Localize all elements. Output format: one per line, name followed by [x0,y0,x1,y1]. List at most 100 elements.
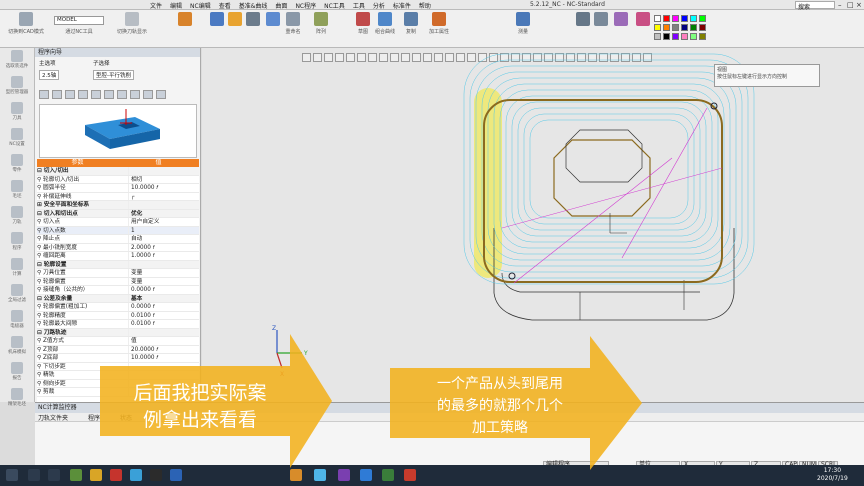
measure-button[interactable]: 测量 [512,12,534,35]
strip-item[interactable]: 计算 [0,256,34,282]
color-button[interactable] [636,12,650,28]
param-row[interactable]: ⊟ 公差及余量 基本 [37,294,199,303]
menu-view[interactable]: 查看 [219,1,231,10]
strip-item[interactable]: 型腔管理器 [0,74,34,100]
param-row[interactable]: ⚲ 刀具位置 变量 [37,269,199,278]
color-swatch[interactable] [681,33,688,40]
param-row[interactable]: ⚲ 轮廓最大间隙 0.0100 𝑓 [37,320,199,329]
start-icon[interactable] [6,469,18,481]
color-swatch[interactable] [663,33,670,40]
strip-item[interactable]: 毛坯 [0,178,34,204]
search-icon[interactable] [28,469,40,481]
param-value[interactable]: 用户自定义 [129,218,199,226]
param-value[interactable]: 2.0000 𝑓 [129,244,199,252]
param-row[interactable]: ⊞ 安全平面和坐标系 [37,201,199,210]
panel-tool-button[interactable] [156,90,166,99]
panel-tool-button[interactable] [91,90,101,99]
param-row[interactable]: ⚲ 圆弧半径 10.0000 𝑓 [37,184,199,193]
panel-tool-button[interactable] [104,90,114,99]
combine-curve-button[interactable]: 组合曲线 [372,12,398,35]
menu-analysis[interactable]: 分析 [373,1,385,10]
menu-datum-curve[interactable]: 基准&曲线 [239,1,268,10]
clock[interactable]: 17:30 2020/7/19 [817,467,848,483]
onenote-icon[interactable] [338,469,350,481]
param-value[interactable]: 变量 [129,278,199,286]
menu-help[interactable]: 帮助 [419,1,431,10]
param-row[interactable]: ⚲ 切入点数 1 [37,226,199,235]
param-value[interactable]: 0.0000 𝑓 [129,303,199,311]
color-swatch[interactable] [672,24,679,31]
panel-tool-button[interactable] [130,90,140,99]
param-row[interactable]: ⚲ 轮廓精度 0.0100 𝑓 [37,311,199,320]
app-icon[interactable] [110,469,122,481]
info-button[interactable] [246,12,260,28]
panel-tool-button[interactable] [143,90,153,99]
minimize-button[interactable]: – [838,1,842,9]
panel-tool-button[interactable] [117,90,127,99]
param-value[interactable] [129,201,199,209]
panel-tool-button[interactable] [65,90,75,99]
panel-tool-button[interactable] [78,90,88,99]
cimatron-icon[interactable] [290,469,302,481]
strip-item[interactable]: 电极器 [0,308,34,334]
menu-surface[interactable]: 曲面 [275,1,287,10]
maximize-button[interactable]: □ [847,1,854,9]
param-value[interactable]: 10.0000 𝑓 [129,184,199,192]
tool-a-button[interactable] [178,12,192,28]
col-program[interactable]: 程序 [88,413,100,422]
menu-nc-tools[interactable]: NC工具 [324,1,345,10]
task-view-icon[interactable] [48,469,60,481]
strip-item[interactable]: 选取装选件 [0,48,34,74]
app-icon[interactable] [404,469,416,481]
fit-view-button[interactable] [594,12,608,28]
param-value[interactable] [129,167,199,175]
color-swatch[interactable] [654,24,661,31]
pattern-button[interactable]: 阵列 [310,12,332,35]
color-swatch[interactable] [663,15,670,22]
machining-props-button[interactable]: 加工属性 [426,12,452,35]
param-value[interactable]: 自动 [129,235,199,243]
col-folder[interactable]: 刀轨文件夹 [38,413,68,422]
panel-tool-button[interactable] [39,90,49,99]
param-row[interactable]: ⊟ 切入/切出 [37,167,199,176]
color-swatch[interactable] [699,33,706,40]
color-swatch[interactable] [690,24,697,31]
app-icon[interactable] [314,469,326,481]
rename-button[interactable]: 重命名 [282,12,304,35]
color-swatch[interactable] [699,15,706,22]
param-value[interactable]: ┌ [129,193,199,201]
param-value[interactable]: 优化 [129,210,199,218]
color-swatch[interactable] [681,15,688,22]
close-button[interactable]: × [856,1,862,9]
param-row[interactable]: ⚲ 降止点 自动 [37,235,199,244]
param-row[interactable]: ⚲ 补偿延伸线 ┌ [37,192,199,201]
app-icon[interactable] [70,469,82,481]
app-icon[interactable] [382,469,394,481]
menu-nc-edit[interactable]: NC编辑 [190,1,211,10]
color-swatch[interactable] [654,15,661,22]
strip-item[interactable]: 精架毛坯 [0,386,34,412]
folder-icon[interactable] [90,469,102,481]
param-value[interactable]: 0.0100 𝑓 [129,320,199,328]
app-icon[interactable] [130,469,142,481]
mode-select[interactable]: MODEL [54,16,104,25]
tool-b-button[interactable] [210,12,224,28]
color-swatch[interactable] [672,15,679,22]
param-row[interactable]: ⚲ 轮廓偏置(粗加工) 0.0000 𝑓 [37,303,199,312]
strip-item[interactable]: 报告 [0,360,34,386]
param-value[interactable] [129,261,199,269]
param-value[interactable]: 1 [129,227,199,235]
color-palette[interactable] [654,15,706,40]
strip-item[interactable]: 程序 [0,230,34,256]
copy-button[interactable]: 复制 [400,12,422,35]
strip-item[interactable]: 零件 [0,152,34,178]
menu-file[interactable]: 文件 [150,1,162,10]
menu-tools[interactable]: 工具 [353,1,365,10]
color-swatch[interactable] [672,33,679,40]
color-swatch[interactable] [663,24,670,31]
strip-item[interactable]: 机床模拟 [0,334,34,360]
tool-c-button[interactable] [266,12,280,28]
strip-item[interactable]: 刀轨 [0,204,34,230]
app-icon[interactable] [170,469,182,481]
param-value[interactable]: 0.0000 𝑓 [129,286,199,294]
